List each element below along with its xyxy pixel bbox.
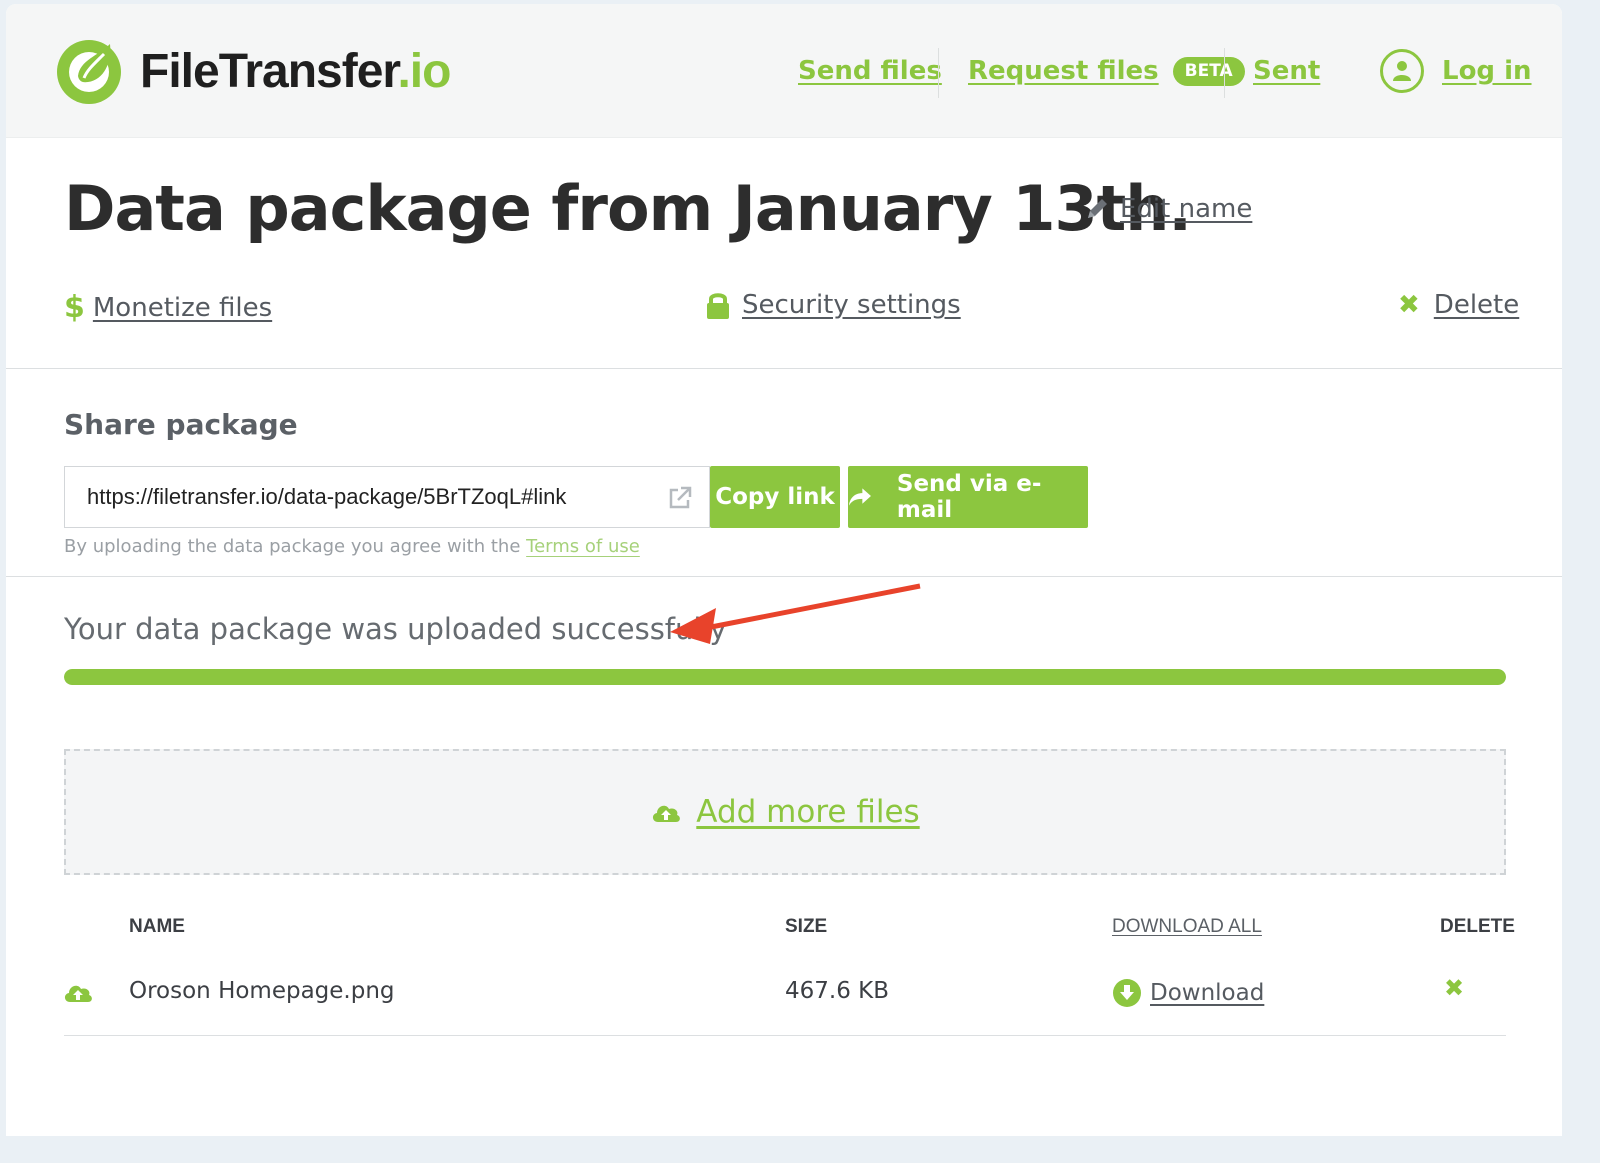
beta-badge: BETA <box>1172 56 1245 86</box>
monetize-files-label[interactable]: Monetize files <box>93 293 272 323</box>
upload-progress-fill <box>64 669 1506 685</box>
share-package-heading: Share package <box>64 408 298 441</box>
login-link[interactable]: Log in <box>1442 56 1532 86</box>
upload-progress-bar <box>64 669 1506 685</box>
share-arrow-icon <box>848 488 871 506</box>
add-more-files-label[interactable]: Add more files <box>696 794 919 830</box>
logo-icon <box>57 40 121 104</box>
cloud-upload-icon <box>653 805 681 822</box>
nav-request-files-link[interactable]: Request files <box>968 56 1159 86</box>
delete-file-icon[interactable]: ✖ <box>1444 974 1464 1002</box>
divider <box>6 576 1562 577</box>
package-title: Data package from January 13th. <box>64 172 1192 245</box>
security-settings-label[interactable]: Security settings <box>742 290 961 320</box>
terms-of-use-link[interactable]: Terms of use <box>526 536 640 557</box>
nav-divider <box>1224 48 1225 98</box>
download-file-button[interactable]: Download <box>1112 978 1264 1008</box>
delete-package-button[interactable]: ✖ Delete <box>1398 290 1519 320</box>
nav-login[interactable]: Log in <box>1380 4 1532 138</box>
nav-send-files[interactable]: Send files <box>798 4 942 138</box>
nav-request-files[interactable]: Request files BETA <box>968 4 1245 138</box>
column-header-delete: DELETE <box>1440 916 1515 937</box>
page: FileTransfer.io Send files Request files… <box>6 4 1562 1136</box>
pencil-icon <box>1088 199 1107 218</box>
table-row-divider <box>64 1035 1506 1036</box>
share-url-field[interactable]: https://filetransfer.io/data-package/5Br… <box>64 466 710 528</box>
upload-status-message: Your data package was uploaded successfu… <box>64 612 727 646</box>
column-header-size: SIZE <box>785 916 828 937</box>
edit-name-button[interactable]: Edit name <box>1084 194 1252 224</box>
nav-sent[interactable]: Sent <box>1253 4 1320 138</box>
copy-link-button[interactable]: Copy link <box>710 466 840 528</box>
security-settings-button[interactable]: Security settings <box>706 290 961 320</box>
column-header-name: NAME <box>129 916 185 937</box>
add-more-files-dropzone[interactable]: Add more files <box>64 749 1506 875</box>
site-header: FileTransfer.io Send files Request files… <box>6 4 1562 138</box>
copy-link-label: Copy link <box>715 484 835 510</box>
dollar-icon: $ <box>64 290 85 325</box>
monetize-files-button[interactable]: $ Monetize files <box>64 290 272 325</box>
send-email-label: Send via e-mail <box>896 471 1042 523</box>
nav-divider <box>938 48 939 98</box>
nav-send-files-link[interactable]: Send files <box>798 56 942 86</box>
divider <box>6 368 1562 369</box>
download-file-label[interactable]: Download <box>1150 980 1264 1006</box>
lock-icon <box>707 293 729 319</box>
nav-sent-link[interactable]: Sent <box>1253 56 1320 86</box>
logo-text: FileTransfer.io <box>140 44 451 98</box>
send-email-button[interactable]: Send via e-mail <box>848 466 1088 528</box>
download-icon <box>1113 979 1141 1007</box>
cloud-upload-icon <box>64 985 92 1002</box>
logo[interactable]: FileTransfer.io <box>54 36 451 106</box>
edit-name-label[interactable]: Edit name <box>1120 194 1252 224</box>
share-url-value[interactable]: https://filetransfer.io/data-package/5Br… <box>87 484 566 510</box>
download-all-link[interactable]: DOWNLOAD ALL <box>1112 916 1262 938</box>
file-size: 467.6 KB <box>785 978 890 1004</box>
delete-package-label[interactable]: Delete <box>1434 290 1519 320</box>
close-icon: ✖ <box>1398 290 1420 320</box>
file-name: Oroson Homepage.png <box>129 978 395 1004</box>
terms-prefix: By uploading the data package you agree … <box>64 536 521 557</box>
user-icon[interactable] <box>1380 49 1424 93</box>
external-link-icon[interactable] <box>667 485 693 511</box>
terms-notice: By uploading the data package you agree … <box>64 536 640 557</box>
